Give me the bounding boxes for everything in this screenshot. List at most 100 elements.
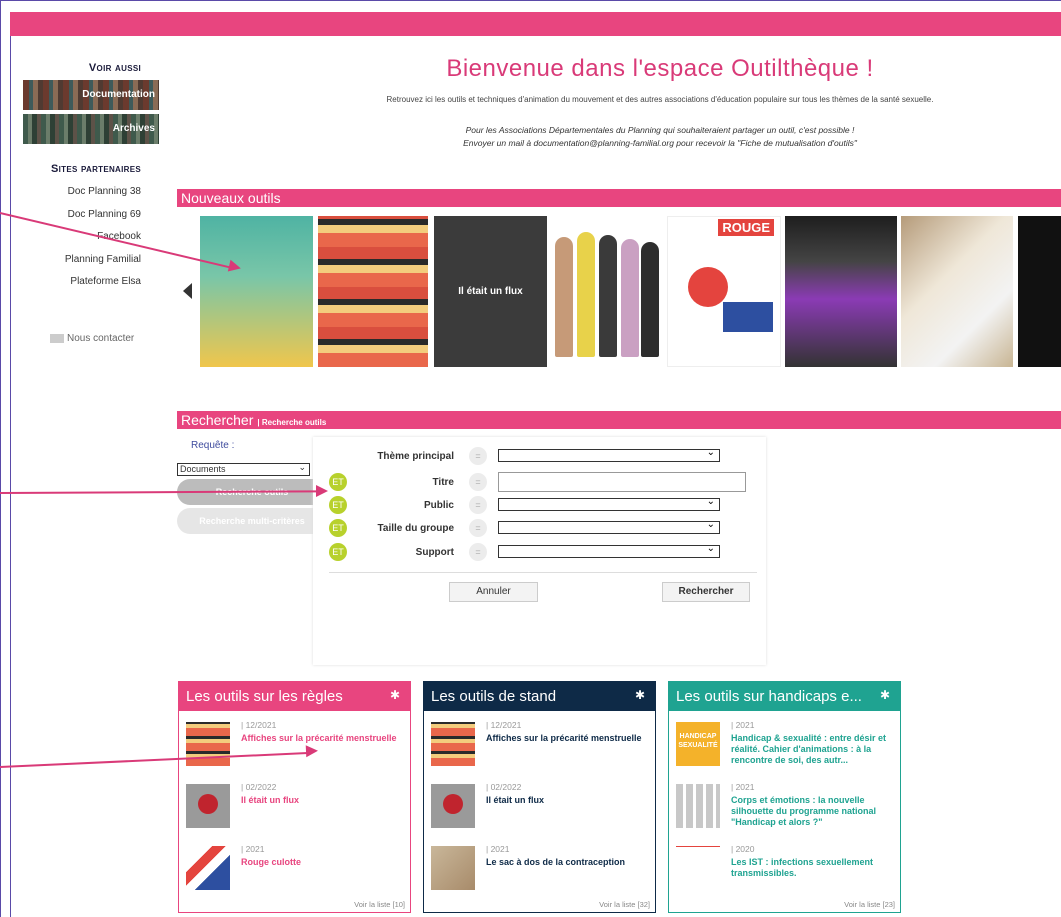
- annotation-arrowhead: [305, 744, 319, 758]
- operator-toggle[interactable]: =: [469, 543, 487, 561]
- list-item[interactable]: | 2021 Le sac à dos de la contraception: [431, 844, 653, 894]
- documentation-button[interactable]: Documentation: [23, 80, 159, 110]
- item-thumbnail: [431, 846, 475, 890]
- et-toggle[interactable]: ET: [329, 519, 347, 537]
- chevron-down-icon: ⌄: [298, 462, 306, 472]
- carousel-tile-affiches[interactable]: [318, 216, 428, 367]
- theme-select[interactable]: ⌄: [498, 447, 720, 462]
- support-select[interactable]: ⌄: [498, 543, 720, 558]
- link-plateforme-elsa[interactable]: Plateforme Elsa: [70, 276, 141, 287]
- item-date: | 02/2022: [486, 782, 522, 792]
- list-item[interactable]: | 12/2021 Affiches sur la précarité menst…: [431, 720, 653, 770]
- archives-button[interactable]: Archives: [23, 114, 159, 144]
- form-label-support: Support: [415, 547, 454, 558]
- list-item[interactable]: | 02/2022 Il était un flux: [431, 782, 653, 832]
- item-date: | 2021: [241, 844, 265, 854]
- item-title[interactable]: Affiches sur la précarité menstruelle: [241, 733, 407, 744]
- annotation-arrowhead: [316, 485, 328, 497]
- item-title[interactable]: Les IST : infections sexuellement transm…: [731, 857, 897, 879]
- item-thumbnail: [186, 722, 230, 766]
- form-label-theme: Thème principal: [377, 451, 454, 462]
- contact-link[interactable]: Nous contacter: [50, 333, 134, 344]
- rouge-label: ROUGE: [718, 219, 774, 236]
- gear-icon[interactable]: ✱: [880, 688, 890, 702]
- gear-icon[interactable]: ✱: [635, 688, 645, 702]
- link-planning-familial[interactable]: Planning Familial: [65, 254, 141, 265]
- chevron-down-icon: ⌄: [706, 447, 715, 458]
- public-select[interactable]: ⌄: [498, 496, 720, 511]
- item-title[interactable]: Rouge culotte: [241, 857, 407, 868]
- operator-toggle[interactable]: =: [469, 519, 487, 537]
- form-row-titre: ET Titre =: [313, 472, 766, 495]
- voir-aussi-heading: Voir aussi: [88, 62, 141, 74]
- et-toggle[interactable]: ET: [329, 473, 347, 491]
- carousel-tile-purple[interactable]: [785, 216, 897, 367]
- annuler-button[interactable]: Annuler: [449, 582, 538, 602]
- form-label-taille: Taille du groupe: [377, 523, 454, 534]
- link-doc-planning-38[interactable]: Doc Planning 38: [68, 186, 141, 197]
- chevron-down-icon: ⌄: [706, 543, 715, 554]
- list-item[interactable]: | 2021 Corps et émotions : la nouvelle si…: [676, 782, 898, 832]
- documents-select[interactable]: Documents ⌄: [177, 462, 310, 476]
- card-title: Les outils sur handicaps e...: [676, 688, 862, 705]
- item-title[interactable]: Il était un flux: [241, 795, 407, 806]
- carousel-prev-icon[interactable]: [183, 283, 192, 299]
- form-divider: [329, 572, 757, 573]
- voir-la-liste-link[interactable]: Voir la liste [23]: [844, 900, 895, 909]
- list-item[interactable]: | 12/2021 Affiches sur la précarité menst…: [186, 720, 408, 770]
- list-item[interactable]: | 2020 Les IST : infections sexuellement …: [676, 844, 898, 894]
- voir-la-liste-link[interactable]: Voir la liste [10]: [354, 900, 405, 909]
- list-item[interactable]: | 2021 Rouge culotte: [186, 844, 408, 894]
- taille-select[interactable]: ⌄: [498, 519, 720, 534]
- carousel-tile-il-etait-un-flux[interactable]: Il était un flux: [434, 216, 547, 367]
- voir-la-liste-link[interactable]: Voir la liste [32]: [599, 900, 650, 909]
- form-row-support: ET Support = ⌄: [313, 543, 766, 565]
- item-title[interactable]: Il était un flux: [486, 795, 652, 806]
- item-date: | 02/2022: [241, 782, 277, 792]
- left-border: [10, 36, 11, 917]
- et-toggle[interactable]: ET: [329, 496, 347, 514]
- rechercher-bar: Rechercher | Recherche outils: [177, 411, 1061, 429]
- card-regles: Les outils sur les règles ✱ | 12/2021 Affi…: [178, 681, 411, 913]
- nouveaux-outils-bar: Nouveaux outils: [177, 189, 1061, 207]
- item-title[interactable]: Corps et émotions : la nouvelle silhouet…: [731, 795, 897, 828]
- carousel-tile-silhouettes[interactable]: [547, 216, 662, 367]
- form-label-titre: Titre: [432, 477, 455, 488]
- requete-label: Requête :: [191, 440, 235, 451]
- gear-icon[interactable]: ✱: [390, 688, 400, 702]
- item-title[interactable]: Affiches sur la précarité menstruelle: [486, 733, 652, 744]
- form-row-public: ET Public = ⌄: [313, 496, 766, 518]
- rechercher-button[interactable]: Rechercher: [662, 582, 750, 602]
- search-form: Thème principal = ⌄ ET Titre = ET Public…: [313, 437, 766, 665]
- documents-select-value: Documents: [180, 464, 226, 474]
- item-date: | 12/2021: [241, 720, 277, 730]
- rechercher-subtitle: | Recherche outils: [257, 418, 327, 427]
- operator-toggle[interactable]: =: [469, 496, 487, 514]
- envelope-icon: [50, 333, 64, 343]
- link-doc-planning-69[interactable]: Doc Planning 69: [68, 209, 141, 220]
- item-thumbnail: [676, 784, 720, 828]
- carousel-tile-dark[interactable]: [1018, 216, 1061, 367]
- item-title[interactable]: Handicap & sexualité : entre désir et ré…: [731, 733, 897, 766]
- list-item[interactable]: HANDICAP SEXUALITÉ | 2021 Handicap & sexua…: [676, 720, 898, 770]
- carousel-tile-rouge-culotte[interactable]: ROUGE: [667, 216, 781, 367]
- operator-toggle[interactable]: =: [469, 447, 487, 465]
- operator-toggle[interactable]: =: [469, 473, 487, 491]
- form-row-taille: ET Taille du groupe = ⌄: [313, 519, 766, 541]
- card-header: Les outils sur handicaps e... ✱: [669, 682, 900, 711]
- carousel-tile-la-ville-aux-livres[interactable]: [200, 216, 313, 367]
- carousel-tile-box[interactable]: [901, 216, 1013, 367]
- et-toggle[interactable]: ET: [329, 543, 347, 561]
- titre-input[interactable]: [498, 472, 746, 492]
- item-thumbnail: [676, 846, 720, 890]
- recherche-multi-criteres-button[interactable]: Recherche multi-critères: [177, 508, 327, 534]
- item-date: | 2021: [731, 782, 755, 792]
- item-thumbnail: [186, 846, 230, 890]
- list-item[interactable]: | 02/2022 Il était un flux: [186, 782, 408, 832]
- card-title: Les outils de stand: [431, 688, 557, 705]
- intro-text: Retrouvez ici les outils et techniques d…: [386, 95, 934, 104]
- contact-label: Nous contacter: [67, 333, 135, 344]
- rechercher-title: Rechercher: [181, 412, 254, 428]
- item-title[interactable]: Le sac à dos de la contraception: [486, 857, 652, 868]
- card-title: Les outils sur les règles: [186, 688, 343, 705]
